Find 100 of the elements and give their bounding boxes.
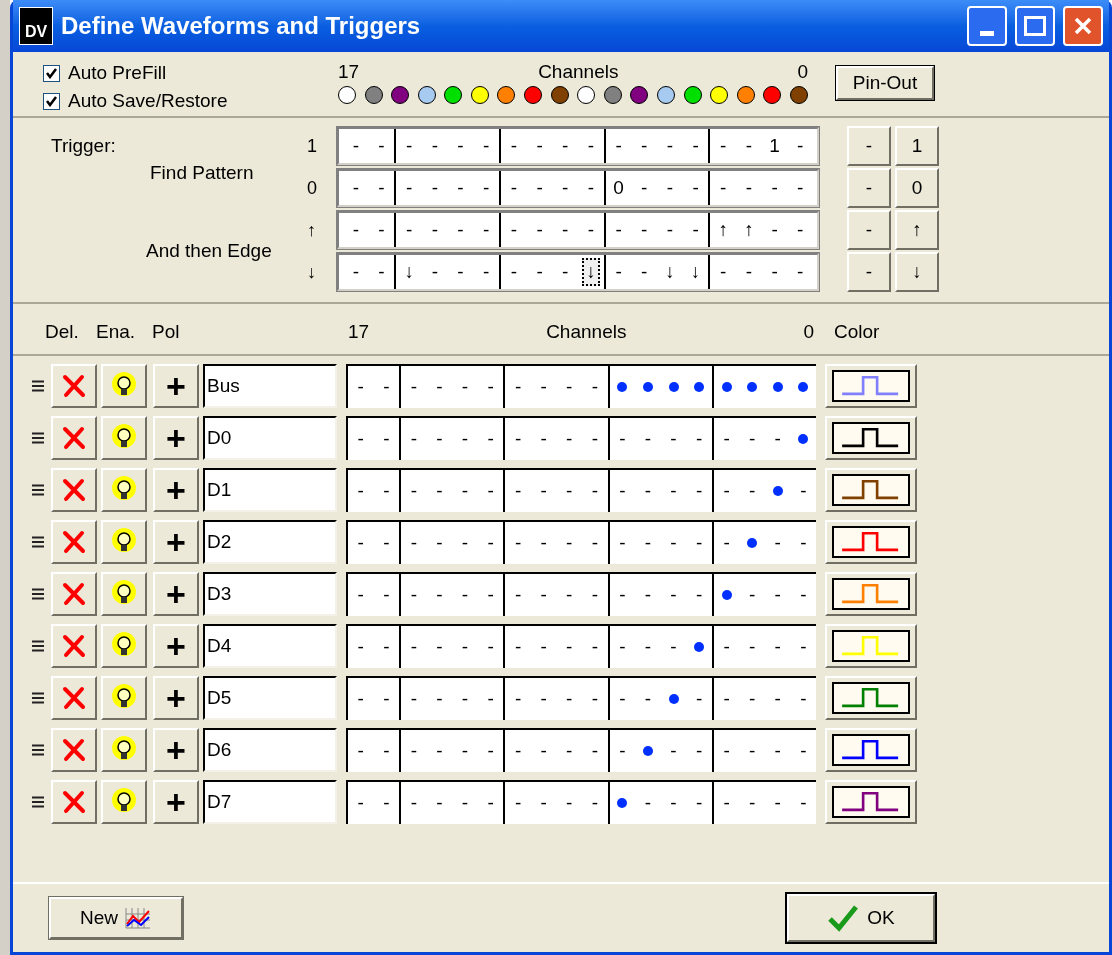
channel-name-field[interactable]: D3 [203,572,337,616]
trigger-cell[interactable]: - [374,216,389,244]
trigger-cell[interactable]: - [688,132,703,160]
channel-name-field[interactable]: Bus [203,364,337,408]
channel-name-field[interactable]: D0 [203,416,337,460]
checkbox[interactable] [43,64,60,82]
channel-bit-field[interactable]: - - - - - - - - - - [346,364,816,408]
drag-handle-icon[interactable] [32,692,44,704]
trigger-cell[interactable]: - [716,258,731,286]
trigger-cell[interactable]: - [532,258,547,286]
trigger-cell[interactable]: - [402,132,417,160]
close-button[interactable] [1063,6,1103,46]
trigger-cell[interactable]: - [688,174,703,202]
enable-button[interactable] [101,364,147,408]
trigger-cell[interactable]: - [558,258,573,286]
trigger-cell[interactable]: - [611,132,626,160]
trigger-pattern-field[interactable]: - - - - - - - - - - - - - - ↑ ↑ - - [337,211,819,249]
drag-handle-icon[interactable] [32,640,44,652]
trigger-cell[interactable]: - [662,174,678,202]
trigger-cell[interactable]: - [793,174,808,202]
channel-name-field[interactable]: D4 [203,624,337,668]
drag-handle-icon[interactable] [32,432,44,444]
trigger-cell[interactable]: - [348,216,363,244]
trigger-cell[interactable]: - [637,132,652,160]
trigger-cell[interactable]: - [583,132,599,160]
new-button[interactable]: New [49,897,183,939]
trigger-cell[interactable]: - [662,132,678,160]
enable-button[interactable] [101,520,147,564]
drag-handle-icon[interactable] [32,796,44,808]
trigger-cell[interactable]: - [506,216,522,244]
channel-name-field[interactable]: D6 [203,728,337,772]
trigger-cell[interactable]: - [479,258,494,286]
enable-button[interactable] [101,728,147,772]
trigger-cell[interactable]: - [637,174,652,202]
enable-button[interactable] [101,624,147,668]
polarity-button[interactable]: + [153,364,199,408]
color-button[interactable] [825,676,917,720]
trigger-cell[interactable]: - [716,132,731,160]
channel-bit-field[interactable]: - - - - - - - - - - - - - - - - - [346,572,816,616]
trigger-cell[interactable]: - [637,216,652,244]
delete-button[interactable] [51,572,97,616]
trigger-cell[interactable]: - [427,174,442,202]
trigger-cell[interactable]: - [558,216,573,244]
channel-bit-field[interactable]: - - - - - - - - - - - - - - - - - [346,780,816,824]
trigger-cell[interactable]: - [637,258,652,286]
trigger-pattern-field[interactable]: - - - - - - - - - - - - - - - - 1 - [337,127,819,165]
trigger-cell[interactable]: - [793,132,808,160]
trigger-cell[interactable]: 1 [765,132,784,160]
delete-button[interactable] [51,624,97,668]
trigger-pattern-field[interactable]: - - - - - - - - - - 0 - - - - - - - [337,169,819,207]
channel-bit-field[interactable]: - - - - - - - - - - - - - - - - - [346,520,816,564]
ok-button[interactable]: OK [787,894,935,942]
enable-button[interactable] [101,572,147,616]
delete-button[interactable] [51,520,97,564]
color-button[interactable] [825,780,917,824]
color-button[interactable] [825,728,917,772]
polarity-button[interactable]: + [153,780,199,824]
channel-bit-field[interactable]: - - - - - - - - - - - - - - - - - [346,416,816,460]
trigger-cell[interactable]: - [688,216,703,244]
trigger-set-button[interactable]: ↓ [895,252,939,292]
trigger-cell[interactable]: - [583,216,599,244]
trigger-set-button[interactable]: - [847,168,891,208]
trigger-set-button[interactable]: - [847,126,891,166]
trigger-cell[interactable]: - [532,174,547,202]
trigger-cell[interactable]: - [793,216,808,244]
trigger-cell[interactable]: - [767,216,782,244]
trigger-cell[interactable]: - [583,174,599,202]
trigger-pattern-field[interactable]: - - ↓ - - - - - - ↓ - - ↓ ↓ - - - - [337,253,819,291]
trigger-cell[interactable]: - [506,258,522,286]
trigger-cell[interactable]: - [532,132,547,160]
trigger-cell[interactable]: - [427,258,442,286]
trigger-cell[interactable]: - [479,216,494,244]
channel-name-field[interactable]: D2 [203,520,337,564]
trigger-cell[interactable]: - [558,174,573,202]
delete-button[interactable] [51,676,97,720]
pin-out-button[interactable]: Pin-Out [836,66,934,100]
color-button[interactable] [825,468,917,512]
trigger-cell[interactable]: - [793,258,808,286]
delete-button[interactable] [51,780,97,824]
drag-handle-icon[interactable] [32,536,44,548]
trigger-cell[interactable]: - [506,132,522,160]
trigger-cell[interactable]: - [453,132,468,160]
trigger-cell[interactable]: ↑ [714,216,732,244]
color-button[interactable] [825,416,917,460]
trigger-cell[interactable]: - [479,174,494,202]
trigger-cell[interactable]: - [453,174,468,202]
delete-button[interactable] [51,416,97,460]
trigger-cell[interactable]: - [453,258,468,286]
trigger-cell[interactable]: - [402,216,417,244]
drag-handle-icon[interactable] [32,380,44,392]
polarity-button[interactable]: + [153,416,199,460]
channel-bit-field[interactable]: - - - - - - - - - - - - - - - - - [346,728,816,772]
trigger-cell[interactable]: - [611,216,626,244]
trigger-cell[interactable]: - [716,174,731,202]
enable-button[interactable] [101,416,147,460]
minimize-button[interactable] [967,6,1007,46]
trigger-cell[interactable]: - [453,216,468,244]
trigger-set-button[interactable]: - [847,210,891,250]
polarity-button[interactable]: + [153,676,199,720]
trigger-cell[interactable]: - [767,258,782,286]
